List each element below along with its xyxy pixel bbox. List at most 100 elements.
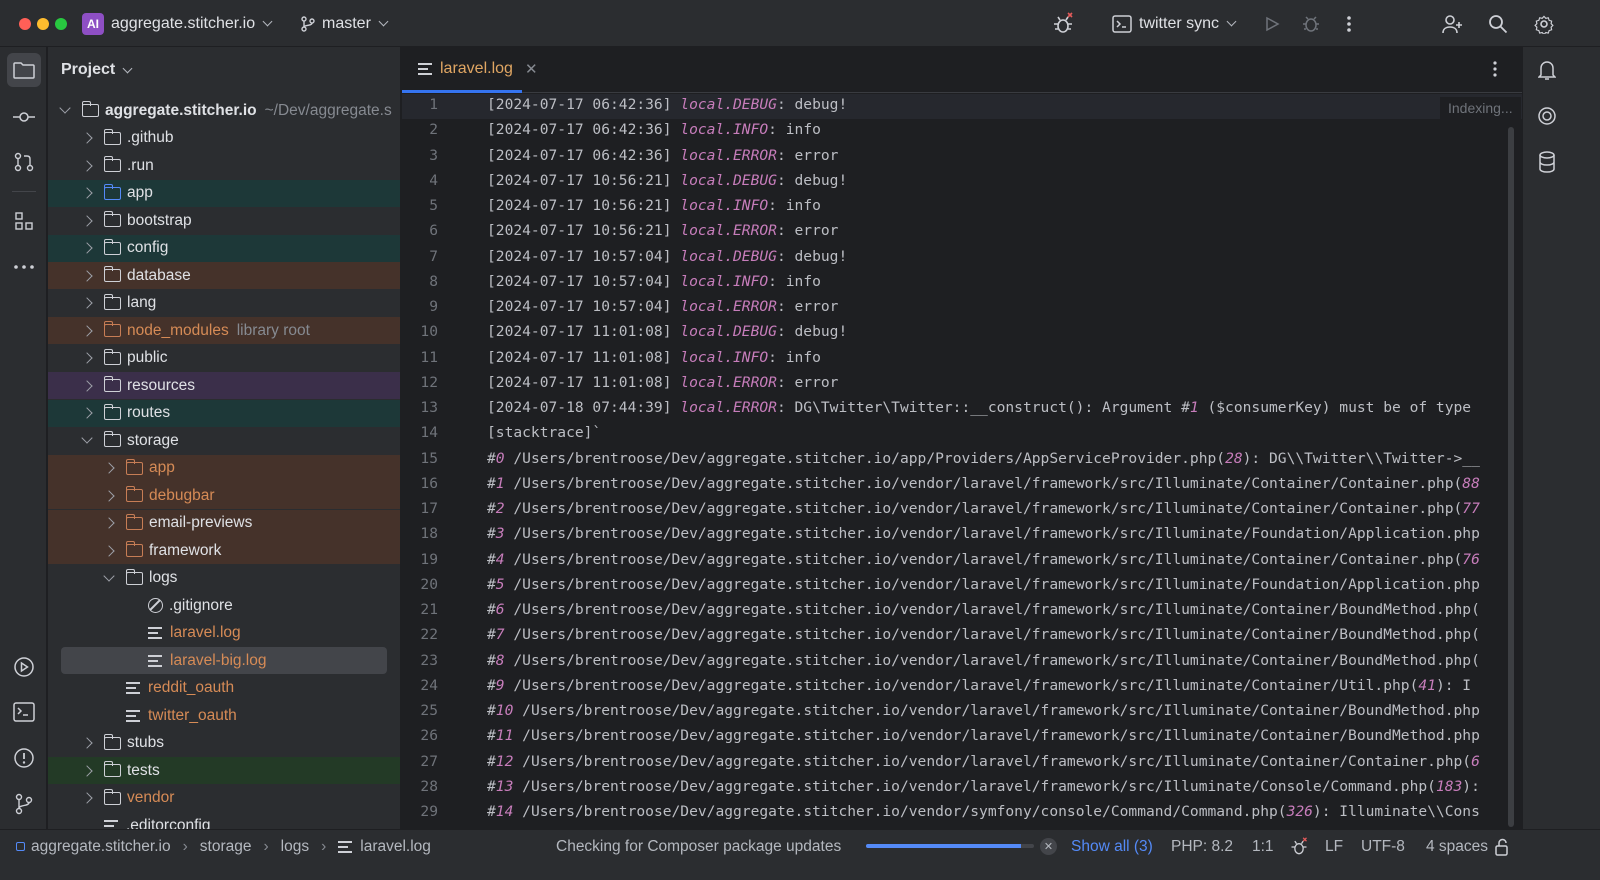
tree-file[interactable]: .gitignore — [48, 592, 400, 619]
line-separator[interactable]: LF — [1325, 830, 1343, 863]
show-all-tasks-link[interactable]: Show all (3) — [1071, 830, 1153, 863]
close-tab-icon[interactable]: ✕ — [525, 60, 538, 78]
log-token: # — [487, 626, 496, 644]
chevron-right-icon[interactable] — [81, 737, 93, 749]
window-minimize-button[interactable] — [37, 18, 49, 30]
tab-label: laravel.log — [440, 59, 513, 77]
php-version[interactable]: PHP: 8.2 — [1171, 830, 1233, 863]
task-progress-fill — [866, 844, 1021, 848]
inspections-button[interactable] — [1289, 830, 1309, 863]
structure-tool-button[interactable] — [7, 204, 41, 238]
tree-file[interactable]: .editorconfig — [48, 812, 400, 829]
chevron-right-icon[interactable] — [81, 764, 93, 777]
tree-folder[interactable]: database — [48, 262, 400, 289]
chevron-right-icon[interactable] — [81, 792, 93, 804]
tree-file[interactable]: laravel.log — [48, 620, 400, 647]
project-panel-header[interactable]: Project — [61, 47, 133, 93]
code-with-me-button[interactable] — [1439, 11, 1465, 37]
chevron-right-icon[interactable] — [81, 214, 93, 227]
tree-folder[interactable]: tests — [48, 757, 400, 784]
settings-button[interactable] — [1531, 11, 1557, 37]
chevron-right-icon[interactable] — [81, 407, 93, 419]
project-tool-button[interactable] — [7, 53, 41, 87]
more-actions-button[interactable] — [1336, 11, 1362, 37]
breadcrumb-item[interactable]: logs — [281, 838, 309, 856]
search-button[interactable] — [1485, 11, 1511, 37]
breadcrumb-item[interactable]: aggregate.stitcher.io — [31, 838, 171, 856]
chevron-right-icon[interactable] — [103, 489, 115, 502]
chevron-down-icon[interactable] — [81, 432, 93, 444]
terminal-tool-button[interactable] — [7, 695, 41, 729]
window-close-button[interactable] — [19, 18, 31, 30]
window-zoom-button[interactable] — [55, 18, 67, 30]
chevron-right-icon[interactable] — [103, 544, 115, 557]
chevron-down-icon — [122, 63, 133, 73]
tree-folder[interactable]: lang — [48, 290, 400, 317]
tree-item-label: stubs — [127, 734, 165, 751]
indent-setting[interactable]: 4 spaces — [1426, 830, 1488, 863]
run-button[interactable] — [1259, 11, 1285, 37]
chevron-right-icon[interactable] — [81, 297, 93, 309]
chevron-right-icon[interactable] — [81, 242, 93, 254]
tree-folder[interactable]: routes — [48, 399, 400, 427]
tree-folder[interactable]: debugbar — [48, 482, 400, 509]
debug-status-button[interactable] — [1050, 11, 1076, 37]
debug-button[interactable] — [1298, 11, 1324, 37]
tree-folder[interactable]: vendor — [48, 785, 400, 812]
problems-tool-button[interactable] — [7, 741, 41, 775]
chevron-right-icon[interactable] — [81, 352, 93, 364]
tree-folder[interactable]: .github — [48, 125, 400, 152]
chevron-right-icon[interactable] — [81, 159, 93, 172]
tree-folder[interactable]: storage — [48, 427, 400, 454]
chevron-right-icon[interactable] — [103, 462, 115, 474]
chevron-right-icon[interactable] — [103, 517, 115, 529]
pull-requests-tool-button[interactable] — [7, 145, 41, 179]
notifications-button[interactable] — [1530, 53, 1564, 87]
tab-laravel-log[interactable]: laravel.log ✕ — [402, 47, 538, 93]
tree-folder[interactable]: stubs — [48, 730, 400, 757]
chevron-down-icon[interactable] — [103, 569, 115, 582]
background-task-label[interactable]: Checking for Composer package updates — [556, 830, 841, 863]
cancel-task-button[interactable]: ✕ — [1040, 838, 1057, 855]
vertical-scrollbar[interactable] — [1508, 127, 1514, 827]
tree-folder[interactable]: app — [48, 179, 400, 207]
line-content: #13 /Users/brentroose/Dev/aggregate.stit… — [487, 778, 1480, 795]
code-line: 23 #8 /Users/brentroose/Dev/aggregate.sti… — [402, 652, 1522, 677]
chevron-right-icon[interactable] — [81, 132, 93, 144]
tree-file[interactable]: twitter_oauth — [48, 702, 400, 729]
file-encoding[interactable]: UTF-8 — [1361, 830, 1405, 863]
tree-folder[interactable]: framework — [48, 537, 400, 564]
ai-assistant-button[interactable] — [1530, 99, 1564, 133]
project-selector[interactable]: AI aggregate.stitcher.io — [82, 0, 273, 47]
tree-folder[interactable]: node_modules library root — [48, 317, 400, 344]
tree-folder[interactable]: email-previews — [48, 509, 400, 537]
tree-folder[interactable]: resources — [48, 372, 400, 399]
chevron-right-icon[interactable] — [81, 187, 93, 199]
tab-options-button[interactable] — [1492, 60, 1502, 80]
tree-folder[interactable]: config — [48, 234, 400, 262]
tree-file[interactable]: laravel-big.log — [61, 647, 387, 674]
branch-selector[interactable]: master — [300, 0, 389, 47]
tree-file[interactable]: reddit_oauth — [48, 675, 400, 702]
cursor-position[interactable]: 1:1 — [1252, 830, 1274, 863]
run-config-selector[interactable]: twitter sync — [1112, 0, 1237, 47]
tree-folder[interactable]: public — [48, 345, 400, 372]
breadcrumb-item[interactable]: laravel.log — [360, 838, 431, 856]
readonly-toggle[interactable] — [1494, 830, 1510, 863]
git-tool-button[interactable] — [7, 787, 41, 821]
breadcrumb-item[interactable]: storage — [200, 838, 252, 856]
tree-folder[interactable]: bootstrap — [48, 207, 400, 234]
database-button[interactable] — [1530, 145, 1564, 179]
chevron-right-icon[interactable] — [81, 324, 93, 337]
chevron-right-icon[interactable] — [81, 269, 93, 282]
tree-folder[interactable]: app — [48, 454, 400, 482]
code-editor[interactable]: 1 [2024-07-17 06:42:36] local.DEBUG: debu… — [402, 94, 1522, 829]
more-tools-button[interactable] — [7, 250, 41, 284]
tree-folder[interactable]: aggregate.stitcher.io ~/Dev/aggregate.s — [48, 97, 400, 124]
tree-folder[interactable]: logs — [48, 565, 400, 592]
chevron-right-icon[interactable] — [81, 379, 93, 392]
services-tool-button[interactable] — [7, 650, 41, 684]
tree-folder[interactable]: .run — [48, 152, 400, 179]
chevron-down-icon[interactable] — [59, 102, 71, 114]
commit-tool-button[interactable] — [7, 100, 41, 134]
